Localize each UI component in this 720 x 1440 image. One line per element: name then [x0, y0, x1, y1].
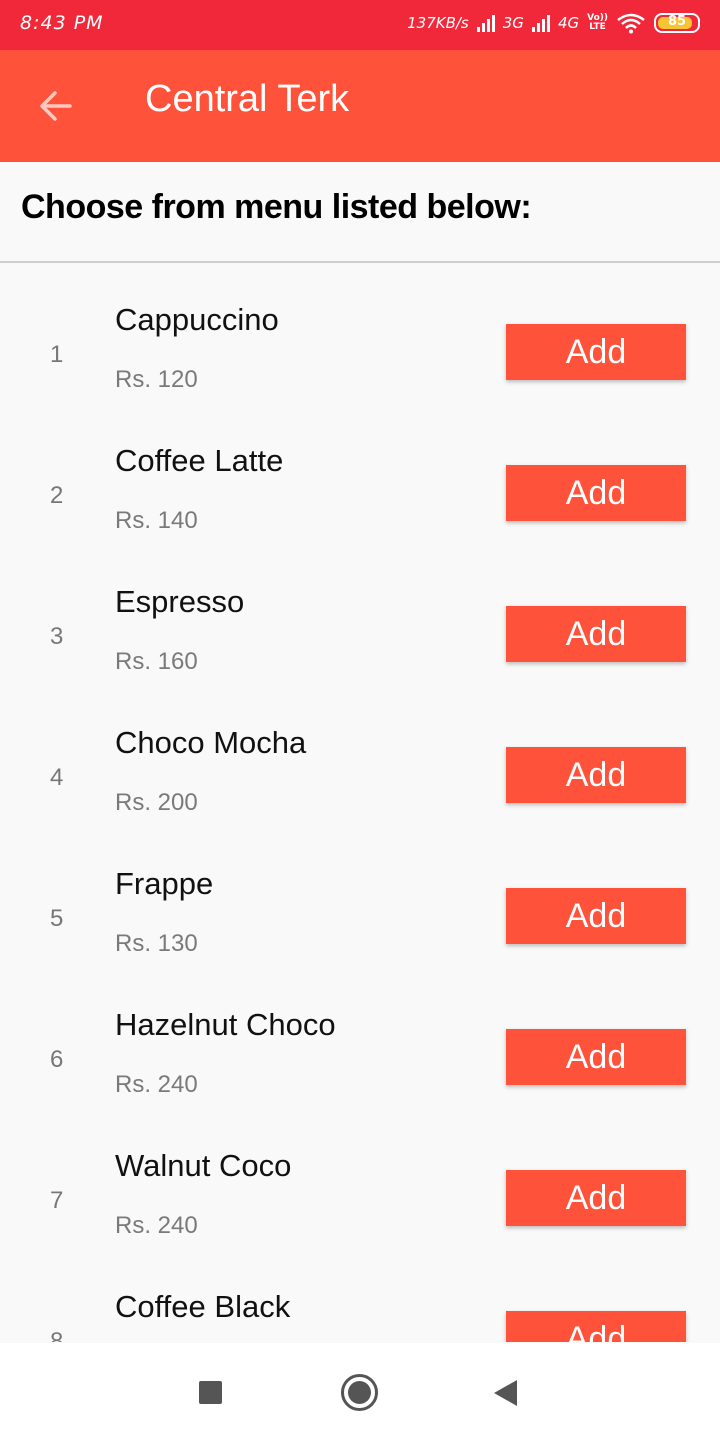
menu-list[interactable]: 1 Cappuccino Rs. 120 Add 2 Coffee Latte … — [0, 264, 720, 1342]
recents-square-icon[interactable] — [199, 1381, 222, 1404]
add-button[interactable]: Add — [506, 1029, 686, 1085]
network-type-2: 4G — [557, 14, 580, 32]
item-name: Choco Mocha — [115, 725, 307, 760]
list-item: 6 Hazelnut Choco Rs. 240 Add — [0, 969, 720, 1110]
list-item: 7 Walnut Coco Rs. 240 Add — [0, 1110, 720, 1251]
status-time: 8:43 PM — [20, 12, 104, 34]
signal-icon — [476, 14, 495, 32]
arrow-left-icon[interactable] — [34, 84, 78, 128]
list-item: 2 Coffee Latte Rs. 140 Add — [0, 405, 720, 546]
menu-header: Choose from menu listed below: — [0, 162, 720, 263]
page-title: Central Terk — [145, 78, 350, 120]
item-name: Espresso — [115, 584, 245, 619]
list-item: 3 Espresso Rs. 160 Add — [0, 546, 720, 687]
item-name: Hazelnut Choco — [115, 1007, 336, 1042]
item-index: 8 — [50, 1328, 64, 1342]
network-speed: 137KB/s — [407, 14, 469, 32]
item-price: Rs. 140 — [115, 507, 198, 534]
add-button[interactable]: Add — [506, 1170, 686, 1226]
item-index: 5 — [50, 905, 64, 932]
item-price: Rs. 200 — [115, 789, 198, 816]
app-bar: Central Terk — [0, 50, 720, 162]
status-bar: 8:43 PM 137KB/s 3G 4G Vo)) LTE 85 — [0, 0, 720, 50]
item-index: 3 — [50, 623, 64, 650]
list-item: 5 Frappe Rs. 130 Add — [0, 828, 720, 969]
add-button[interactable]: Add — [506, 465, 686, 521]
list-item: 4 Choco Mocha Rs. 200 Add — [0, 687, 720, 828]
item-price: Rs. 120 — [115, 366, 198, 393]
menu-header-text: Choose from menu listed below: — [21, 188, 532, 226]
list-item: 8 Coffee Black Add — [0, 1251, 720, 1342]
add-button[interactable]: Add — [506, 606, 686, 662]
network-type-1: 3G — [502, 14, 524, 32]
add-button[interactable]: Add — [506, 1311, 686, 1342]
item-index: 1 — [50, 341, 64, 368]
home-circle-icon[interactable] — [341, 1374, 378, 1411]
volte-bottom: LTE — [589, 22, 606, 32]
item-index: 4 — [50, 764, 64, 791]
item-index: 6 — [50, 1046, 64, 1073]
wifi-icon — [617, 13, 645, 34]
item-name: Coffee Black — [115, 1289, 291, 1324]
navigation-bar — [0, 1343, 720, 1440]
battery-level: 85 — [667, 14, 687, 29]
item-price: Rs. 160 — [115, 648, 198, 675]
status-icons: 137KB/s 3G 4G Vo)) LTE 85 — [407, 12, 700, 34]
item-name: Coffee Latte — [115, 443, 284, 478]
add-button[interactable]: Add — [506, 324, 686, 380]
item-name: Frappe — [115, 866, 214, 901]
battery-icon: 85 — [654, 13, 700, 33]
item-name: Walnut Coco — [115, 1148, 292, 1183]
item-price: Rs. 130 — [115, 930, 198, 957]
item-price: Rs. 240 — [115, 1071, 198, 1098]
volte-icon: Vo)) LTE — [587, 14, 608, 32]
back-triangle-icon[interactable] — [494, 1380, 517, 1406]
item-name: Cappuccino — [115, 302, 279, 337]
signal-icon — [531, 14, 550, 32]
add-button[interactable]: Add — [506, 888, 686, 944]
add-button[interactable]: Add — [506, 747, 686, 803]
item-index: 7 — [50, 1187, 64, 1214]
item-index: 2 — [50, 482, 64, 509]
list-item: 1 Cappuccino Rs. 120 Add — [0, 264, 720, 405]
item-price: Rs. 240 — [115, 1212, 198, 1239]
